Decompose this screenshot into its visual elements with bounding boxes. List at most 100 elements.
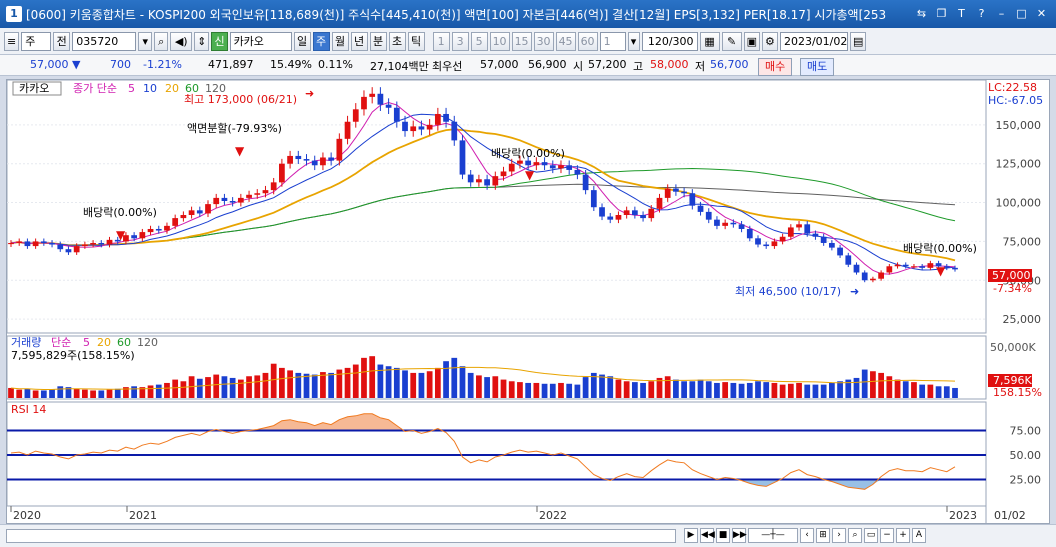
stock-name-field[interactable]: 카카오 — [229, 31, 292, 51]
candle-body — [746, 228, 753, 239]
chart-area[interactable]: 25,00050,00075,000100,000125,000150,000 … — [6, 79, 1050, 524]
x-axis-year-label: 2022 — [539, 509, 567, 522]
close-icon[interactable]: ✕ — [1033, 5, 1050, 22]
search-icon[interactable]: ⌕ — [154, 31, 169, 51]
zoom-right-icon[interactable]: › — [832, 528, 846, 543]
zoom-out-icon[interactable]: − — [880, 528, 894, 543]
all-button[interactable]: 전 — [53, 31, 71, 51]
price-tick-label: 150,000 — [996, 119, 1042, 132]
interval-count-input[interactable]: 1 — [599, 31, 626, 51]
lc-label: LC:22.58 — [988, 81, 1037, 94]
zoom-left-icon[interactable]: ‹ — [800, 528, 814, 543]
candle-body — [303, 159, 310, 161]
volume-bar — [599, 374, 605, 398]
zoom-icon[interactable]: ⊞ — [816, 528, 830, 543]
chart-nav-controls: ▶ ◀◀ ■ ▶▶ —┼— ‹ ⊞ › ⌕ ▭ − + A — [684, 528, 926, 543]
interval-button[interactable]: 15 — [511, 31, 532, 51]
volume-bar — [180, 381, 187, 398]
candle-body — [410, 126, 417, 132]
volume-bar — [902, 381, 909, 398]
candle-body — [828, 242, 835, 248]
play-icon[interactable]: ▶ — [684, 528, 698, 543]
interval-button[interactable]: 60 — [577, 31, 598, 51]
candle-body — [385, 104, 392, 108]
period-week-button[interactable]: 주 — [312, 31, 330, 51]
interval-button[interactable]: 30 — [533, 31, 554, 51]
zoom-in-icon[interactable]: + — [896, 528, 910, 543]
volume-last-pct: 158.15% — [993, 386, 1042, 399]
period-second-button[interactable]: 초 — [388, 31, 406, 51]
sound-icon[interactable]: ◀) — [170, 31, 193, 51]
settings-gear-icon[interactable]: ⚙ — [761, 31, 778, 51]
candle-body — [147, 228, 154, 233]
rewind-icon[interactable]: ◀◀ — [700, 528, 715, 543]
font-size-icon[interactable]: A — [912, 528, 926, 543]
range-input[interactable]: 120/300 — [641, 31, 698, 51]
stock-code-input[interactable]: 035720 — [72, 31, 137, 51]
magnify-icon[interactable]: ⌕ — [848, 528, 862, 543]
dropdown-arrow-icon[interactable]: ▾ — [138, 31, 153, 51]
candle-body — [722, 222, 729, 226]
buy-button[interactable]: 매수 — [758, 58, 793, 76]
menu-icon[interactable]: ≡ — [4, 31, 20, 51]
candle-body — [139, 232, 146, 239]
period-tick-button[interactable]: 틱 — [407, 31, 425, 51]
copy-icon[interactable]: ❐ — [933, 5, 950, 22]
interval-button[interactable]: 10 — [489, 31, 510, 51]
credit-badge-icon[interactable]: 신 — [211, 31, 228, 51]
volume-bar — [402, 370, 408, 398]
calendar-icon[interactable]: ▤ — [849, 31, 867, 51]
candle-body — [492, 176, 499, 186]
title-bar: 1 [0600] 키움종합차트 - KOSPI200 외국인보유[118,689… — [0, 0, 1056, 28]
volume-bar — [730, 382, 737, 398]
text-icon[interactable]: T — [953, 5, 970, 22]
interval-button[interactable]: 45 — [555, 31, 576, 51]
volume-bar — [303, 373, 310, 398]
candle-body — [911, 266, 917, 268]
interval-button[interactable]: 1 — [432, 31, 450, 51]
grid-tool-icon[interactable]: ▦ — [699, 31, 720, 51]
volume-bar — [155, 384, 162, 398]
period-minute-button[interactable]: 분 — [369, 31, 387, 51]
save-icon[interactable]: ▣ — [743, 31, 760, 51]
zoom-slider[interactable]: —┼— — [748, 528, 798, 543]
horizontal-scrollbar[interactable] — [6, 529, 676, 543]
period-select[interactable]: 주 — [21, 31, 52, 51]
period-month-button[interactable]: 월 — [331, 31, 349, 51]
interval-button[interactable]: 3 — [451, 31, 469, 51]
maximize-icon[interactable]: □ — [1013, 5, 1030, 22]
price-tick-label: 75,000 — [1003, 235, 1042, 248]
link-icon[interactable]: ⇆ — [913, 5, 930, 22]
volume-bar — [796, 382, 802, 398]
candle-body — [590, 190, 597, 208]
count-dropdown-icon[interactable]: ▾ — [627, 31, 640, 51]
dividend-annotation-2: 배당락(0.00%) — [491, 147, 565, 160]
candle-body — [599, 207, 605, 217]
bottom-scroll-bar[interactable]: ▶ ◀◀ ■ ▶▶ —┼— ‹ ⊞ › ⌕ ▭ − + A — [0, 524, 1056, 547]
volume-bar — [919, 384, 926, 398]
volume-bar — [172, 379, 179, 398]
stock-chart-svg[interactable]: 25,00050,00075,000100,000125,000150,000 … — [6, 79, 1049, 523]
volume-bar — [517, 382, 523, 398]
scroll-icon[interactable]: ⇕ — [194, 31, 210, 51]
period-year-button[interactable]: 년 — [350, 31, 368, 51]
vol-ma5-legend: 5 — [83, 336, 90, 349]
draw-tool-icon[interactable]: ✎ — [721, 31, 742, 51]
candle-body — [254, 193, 261, 195]
candle-body — [287, 155, 293, 164]
candle-body — [24, 241, 31, 247]
fast-forward-icon[interactable]: ▶▶ — [732, 528, 747, 543]
interval-button[interactable]: 5 — [470, 31, 488, 51]
stop-icon[interactable]: ■ — [716, 528, 730, 543]
volume-bar — [476, 375, 482, 398]
candle-body — [369, 93, 376, 97]
sell-button[interactable]: 매도 — [800, 58, 835, 76]
fit-icon[interactable]: ▭ — [864, 528, 878, 543]
candle-body — [443, 113, 449, 122]
help-icon[interactable]: ? — [973, 5, 990, 22]
volume-bar — [870, 371, 876, 398]
candle-body — [40, 241, 47, 243]
period-day-button[interactable]: 일 — [293, 31, 311, 51]
minimize-icon[interactable]: – — [993, 5, 1010, 22]
date-input[interactable]: 2023/01/02 — [779, 31, 848, 51]
